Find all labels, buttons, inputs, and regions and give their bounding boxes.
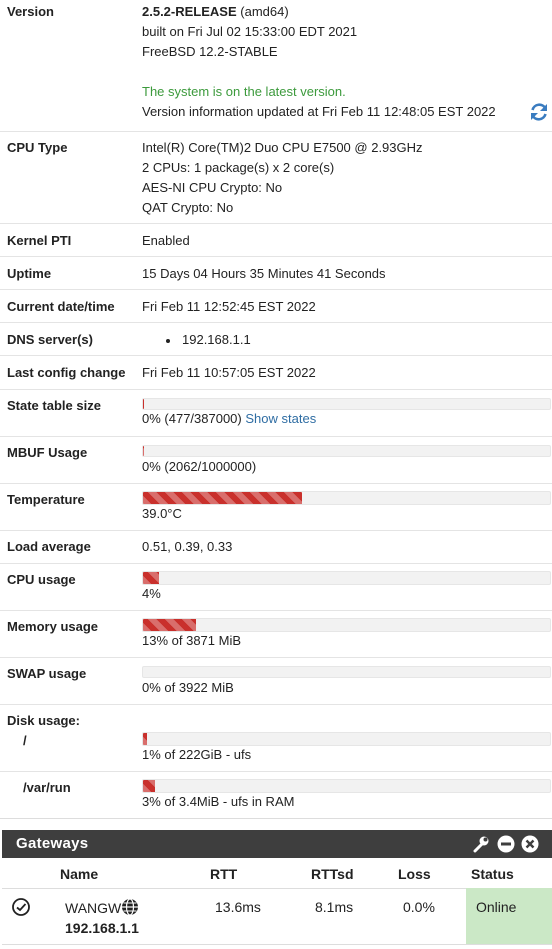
temperature-bar-fill — [143, 492, 302, 504]
cpu-type-label: CPU Type — [7, 140, 68, 155]
version-row: Version 2.5.2-RELEASE (amd64) built on F… — [0, 0, 552, 131]
kernel-pti-value: Enabled — [142, 233, 190, 248]
refresh-icon[interactable] — [528, 101, 550, 123]
disk-mount-root: / — [23, 733, 27, 748]
swap-usage-value: 0% of 3922 MiB — [142, 680, 234, 695]
build-date: built on Fri Jul 02 15:33:00 EDT 2021 — [142, 24, 358, 39]
memory-usage-bar-fill — [143, 619, 196, 631]
cpu-usage-label: CPU usage — [7, 572, 76, 587]
uptime-value: 15 Days 04 Hours 35 Minutes 41 Seconds — [142, 266, 386, 281]
version-updated: Version information updated at Fri Feb 1… — [142, 104, 496, 119]
cpu-type-value: Intel(R) Core(TM)2 Duo CPU E7500 @ 2.93G… — [142, 138, 423, 218]
version-value: 2.5.2-RELEASE (amd64) built on Fri Jul 0… — [142, 2, 496, 122]
show-states-link[interactable]: Show states — [245, 411, 316, 426]
gateway-loss: 0.0% — [403, 899, 435, 915]
cpu-usage-bar — [142, 571, 551, 585]
state-table-label: State table size — [7, 398, 101, 413]
table-row: WANGW 192.168.1.1 13.6ms 8.1ms 0.0% Onli… — [2, 888, 552, 945]
gateway-name: WANGW — [65, 900, 122, 916]
gateways-widget-header: Gateways — [2, 830, 552, 858]
disk-root-bar — [142, 732, 551, 746]
memory-usage-label: Memory usage — [7, 619, 99, 634]
current-date-label: Current date/time — [7, 299, 115, 314]
gateways-table-header: Name RTT RTTsd Loss Status — [2, 858, 552, 889]
disk-root-bar-fill — [143, 733, 148, 745]
mbuf-bar-fill — [143, 446, 144, 456]
gateway-rttsd: 8.1ms — [315, 899, 354, 915]
memory-usage-value: 13% of 3871 MiB — [142, 633, 242, 648]
cpu-model: Intel(R) Core(TM)2 Duo CPU E7500 @ 2.93G… — [142, 140, 423, 155]
os-version: FreeBSD 12.2-STABLE — [142, 44, 278, 59]
system-information-panel: Version 2.5.2-RELEASE (amd64) built on F… — [0, 0, 552, 819]
memory-usage-bar — [142, 618, 551, 632]
current-date-row: Current date/time Fri Feb 11 12:52:45 ES… — [0, 289, 552, 322]
mbuf-value: 0% (2062/1000000) — [142, 459, 257, 474]
qat-status: QAT Crypto: No — [142, 200, 234, 215]
gateway-rtt: 13.6ms — [215, 899, 261, 915]
list-bullet — [166, 339, 170, 343]
mbuf-row: MBUF Usage 0% (2062/1000000) — [0, 436, 552, 483]
wrench-icon[interactable] — [472, 835, 490, 853]
load-average-label: Load average — [7, 539, 91, 554]
dns-row: DNS server(s) 192.168.1.1 — [0, 322, 552, 355]
version-label: Version — [7, 4, 54, 19]
disk-divider — [0, 771, 552, 772]
current-date-value: Fri Feb 11 12:52:45 EST 2022 — [142, 299, 316, 314]
kernel-pti-row: Kernel PTI Enabled — [0, 223, 552, 256]
gateway-status-cell: Online — [466, 888, 552, 944]
aesni-status: AES-NI CPU Crypto: No — [142, 180, 283, 195]
column-rttsd: RTTsd — [311, 866, 354, 882]
cpu-cores: 2 CPUs: 1 package(s) x 2 core(s) — [142, 160, 335, 175]
disk-usage-row: Disk usage: / 1% of 222GiB - ufs /var/ru… — [0, 704, 552, 818]
arch: (amd64) — [236, 4, 289, 19]
temperature-row: Temperature 39.0°C — [0, 483, 552, 530]
swap-usage-row: SWAP usage 0% of 3922 MiB — [0, 657, 552, 704]
mbuf-label: MBUF Usage — [7, 445, 88, 460]
state-table-value: 0% (477/387000) Show states — [142, 409, 316, 429]
status-badge: Online — [476, 899, 517, 915]
close-circle-icon[interactable] — [521, 835, 539, 853]
column-rtt: RTT — [210, 866, 238, 882]
temperature-value: 39.0°C — [142, 506, 182, 521]
disk-varrun-bar — [142, 779, 551, 793]
dns-label: DNS server(s) — [7, 332, 93, 347]
dns-server: 192.168.1.1 — [182, 332, 251, 347]
cpu-usage-row: CPU usage 4% — [0, 563, 552, 610]
disk-varrun-bar-fill — [143, 780, 156, 792]
last-config-label: Last config change — [7, 365, 126, 380]
state-table-text: 0% (477/387000) — [142, 411, 242, 426]
check-circle-icon — [11, 897, 31, 920]
gateway-ip: 192.168.1.1 — [65, 920, 139, 936]
minus-circle-icon[interactable] — [497, 835, 515, 853]
gateways-title: Gateways — [16, 835, 89, 852]
swap-usage-bar — [142, 666, 551, 678]
cpu-usage-value: 4% — [142, 586, 161, 601]
disk-root-value: 1% of 222GiB - ufs — [142, 747, 252, 762]
load-average-value: 0.51, 0.39, 0.33 — [142, 539, 233, 554]
temperature-label: Temperature — [7, 492, 85, 507]
last-config-row: Last config change Fri Feb 11 10:57:05 E… — [0, 355, 552, 389]
memory-usage-row: Memory usage 13% of 3871 MiB — [0, 610, 552, 657]
column-status: Status — [471, 866, 514, 882]
last-config-value: Fri Feb 11 10:57:05 EST 2022 — [142, 365, 316, 380]
kernel-pti-label: Kernel PTI — [7, 233, 72, 248]
load-average-row: Load average 0.51, 0.39, 0.33 — [0, 530, 552, 563]
uptime-row: Uptime 15 Days 04 Hours 35 Minutes 41 Se… — [0, 256, 552, 289]
mbuf-bar — [142, 445, 551, 457]
column-name: Name — [60, 866, 99, 882]
update-status: The system is on the latest version. — [142, 84, 346, 99]
release: 2.5.2-RELEASE — [142, 4, 237, 19]
disk-mount-varrun: /var/run — [23, 780, 71, 795]
uptime-label: Uptime — [7, 266, 52, 281]
disk-usage-label: Disk usage: — [7, 713, 80, 728]
cpu-usage-bar-fill — [143, 572, 160, 584]
globe-icon — [121, 898, 139, 919]
disk-varrun-value: 3% of 3.4MiB - ufs in RAM — [142, 794, 295, 809]
state-table-row: State table size 0% (477/387000) Show st… — [0, 389, 552, 436]
temperature-bar — [142, 491, 551, 505]
swap-usage-label: SWAP usage — [7, 666, 87, 681]
cpu-type-row: CPU Type Intel(R) Core(TM)2 Duo CPU E750… — [0, 131, 552, 223]
column-loss: Loss — [398, 866, 431, 882]
